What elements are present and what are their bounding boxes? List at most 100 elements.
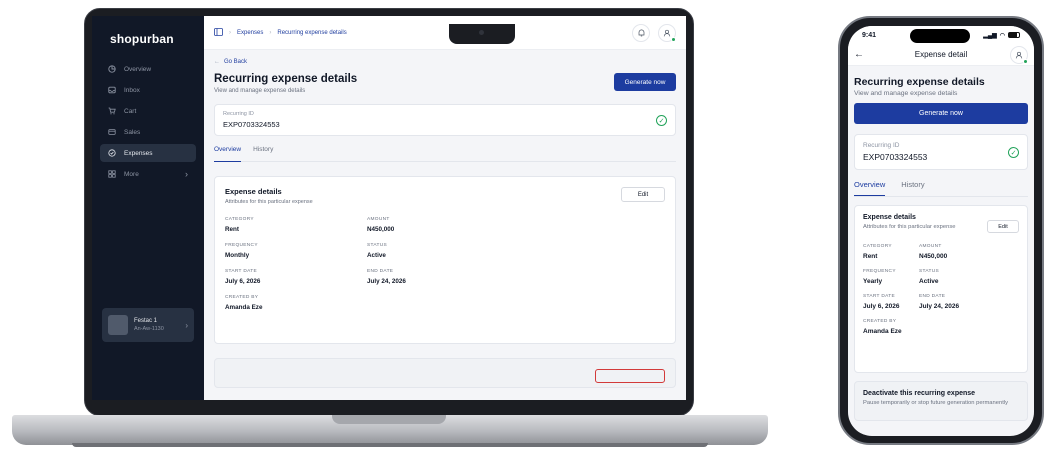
main-content: › Expenses › Recurring expense details ←: [204, 16, 686, 400]
recurring-id-card: Recurring ID EXP0703324553 ✓: [854, 134, 1028, 170]
dynamic-island: [910, 29, 970, 43]
deactivate-card: [214, 358, 676, 388]
chevron-right-icon: ›: [185, 169, 188, 179]
online-status-dot: [671, 36, 676, 42]
sidebar-item-expenses[interactable]: Expenses: [100, 144, 196, 162]
tab-history[interactable]: History: [253, 146, 273, 162]
sidebar-toggle-icon[interactable]: [214, 27, 223, 38]
field-value: Monthly: [225, 252, 250, 259]
tab-bar: Overview History: [854, 180, 1028, 197]
page-body: ← Go Back Recurring expense details View…: [204, 50, 686, 397]
field-status: STATUS Active: [367, 243, 509, 259]
field-label: CREATED BY: [863, 319, 897, 324]
field-label: CREATED BY: [225, 295, 259, 300]
field-value: Active: [367, 252, 386, 259]
sidebar-item-label: Inbox: [124, 86, 140, 94]
go-back-label: Go Back: [224, 59, 248, 65]
field-start-date: START DATE July 6, 2026: [863, 294, 919, 310]
expense-details-title: Expense details: [225, 187, 282, 196]
edit-button[interactable]: Edit: [987, 220, 1019, 233]
field-value: Amanda Eze: [863, 328, 902, 335]
field-status: STATUS Active: [919, 269, 1009, 285]
top-bar: › Expenses › Recurring expense details: [204, 16, 686, 50]
field-amount: AMOUNT N450,000: [367, 217, 509, 233]
notifications-button[interactable]: [632, 23, 650, 42]
store-name: Festac 1: [134, 318, 158, 324]
expenses-icon: [108, 149, 116, 157]
sidebar-item-more[interactable]: More ›: [100, 165, 196, 183]
sidebar-item-sales[interactable]: Sales: [100, 123, 196, 141]
deactivate-subtitle: Pause temporarily or stop future generat…: [863, 400, 1009, 406]
sidebar-item-label: Cart: [124, 107, 137, 115]
page-header: Recurring expense details View and manag…: [214, 73, 676, 94]
field-created-by: CREATED BY Amanda Eze: [225, 295, 367, 311]
field-value: July 24, 2026: [367, 278, 406, 285]
field-label: CATEGORY: [225, 217, 254, 222]
field-frequency: FREQUENCY Monthly: [225, 243, 367, 259]
chevron-right-icon: ›: [185, 320, 188, 330]
camera-notch: [449, 24, 515, 44]
breadcrumb-expenses[interactable]: Expenses: [237, 30, 263, 36]
expense-details-card: Expense details Attributes for this part…: [214, 176, 676, 344]
deactivate-card[interactable]: Deactivate this recurring expense Pause …: [854, 381, 1028, 421]
check-circle-icon: ✓: [656, 115, 667, 126]
store-code: An-Aw-1130: [134, 326, 164, 332]
phone-nav-bar: ← Expense detail: [848, 44, 1034, 66]
go-back-link[interactable]: ← Go Back: [214, 59, 676, 65]
field-label: STATUS: [919, 269, 940, 274]
breadcrumb-separator: ›: [229, 29, 231, 36]
status-bar: 9:41 ▂▄▆ ◠: [848, 26, 1034, 44]
field-label: START DATE: [863, 294, 895, 299]
field-frequency: FREQUENCY Yearly: [863, 269, 919, 285]
field-value: Rent: [225, 226, 239, 233]
page-subtitle: View and manage expense details: [854, 90, 958, 97]
expense-details-subtitle: Attributes for this particular expense: [225, 199, 313, 205]
sidebar: shopurban Overview Inbox Cart Sales Expe…: [92, 16, 204, 400]
field-value: July 24, 2026: [919, 303, 960, 310]
field-category: CATEGORY Rent: [863, 244, 919, 260]
edit-button[interactable]: Edit: [621, 187, 665, 202]
signal-icon: ▂▄▆: [983, 32, 997, 39]
generate-now-button[interactable]: Generate now: [614, 73, 676, 91]
field-label: FREQUENCY: [225, 243, 258, 248]
check-circle-icon: ✓: [1008, 147, 1019, 158]
phone-screen: 9:41 ▂▄▆ ◠ ← Expense detail Recurring ex…: [848, 26, 1034, 436]
sidebar-item-label: More: [124, 170, 139, 178]
tab-history[interactable]: History: [901, 180, 924, 196]
expense-fields: CATEGORY Rent AMOUNT N450,000 FREQUENCY Yea…: [863, 244, 1019, 335]
sidebar-item-label: Sales: [124, 128, 141, 136]
field-created-by: CREATED BY Amanda Eze: [863, 319, 919, 335]
tab-overview[interactable]: Overview: [214, 146, 242, 162]
generate-now-button[interactable]: Generate now: [854, 103, 1028, 124]
field-value: N450,000: [919, 253, 948, 260]
brand-logo: shopurban: [110, 32, 174, 46]
sales-icon: [108, 128, 116, 136]
sidebar-item-cart[interactable]: Cart: [100, 102, 196, 120]
store-switcher[interactable]: Festac 1 An-Aw-1130 ›: [102, 308, 194, 342]
field-value: N450,000: [367, 226, 395, 233]
field-category: CATEGORY Rent: [225, 217, 367, 233]
sidebar-nav: Overview Inbox Cart Sales Expenses More …: [100, 60, 196, 183]
field-label: START DATE: [225, 269, 257, 274]
pie-chart-icon: [108, 65, 116, 73]
field-label: END DATE: [919, 294, 946, 299]
deactivate-title: Deactivate this recurring expense: [863, 390, 976, 397]
field-start-date: START DATE July 6, 2026: [225, 269, 367, 285]
user-avatar-button[interactable]: [658, 23, 676, 42]
sidebar-item-label: Expenses: [124, 149, 153, 157]
sidebar-item-inbox[interactable]: Inbox: [100, 81, 196, 99]
field-value: Yearly: [863, 278, 883, 285]
field-label: END DATE: [367, 269, 394, 274]
field-value: Active: [919, 278, 939, 285]
tab-bar: Overview History: [214, 146, 676, 162]
user-avatar-button[interactable]: [1010, 45, 1028, 64]
tab-overview[interactable]: Overview: [854, 180, 886, 196]
device-mockup-stage: shopurban Overview Inbox Cart Sales Expe…: [0, 0, 1050, 462]
cart-icon: [108, 107, 116, 115]
phone-page-body: Recurring expense details View and manag…: [848, 66, 1034, 431]
recurring-id-label: Recurring ID: [223, 111, 254, 117]
user-icon: [1015, 51, 1023, 58]
grid-icon: [108, 170, 116, 178]
sidebar-item-overview[interactable]: Overview: [100, 60, 196, 78]
deactivate-button[interactable]: [595, 369, 665, 383]
